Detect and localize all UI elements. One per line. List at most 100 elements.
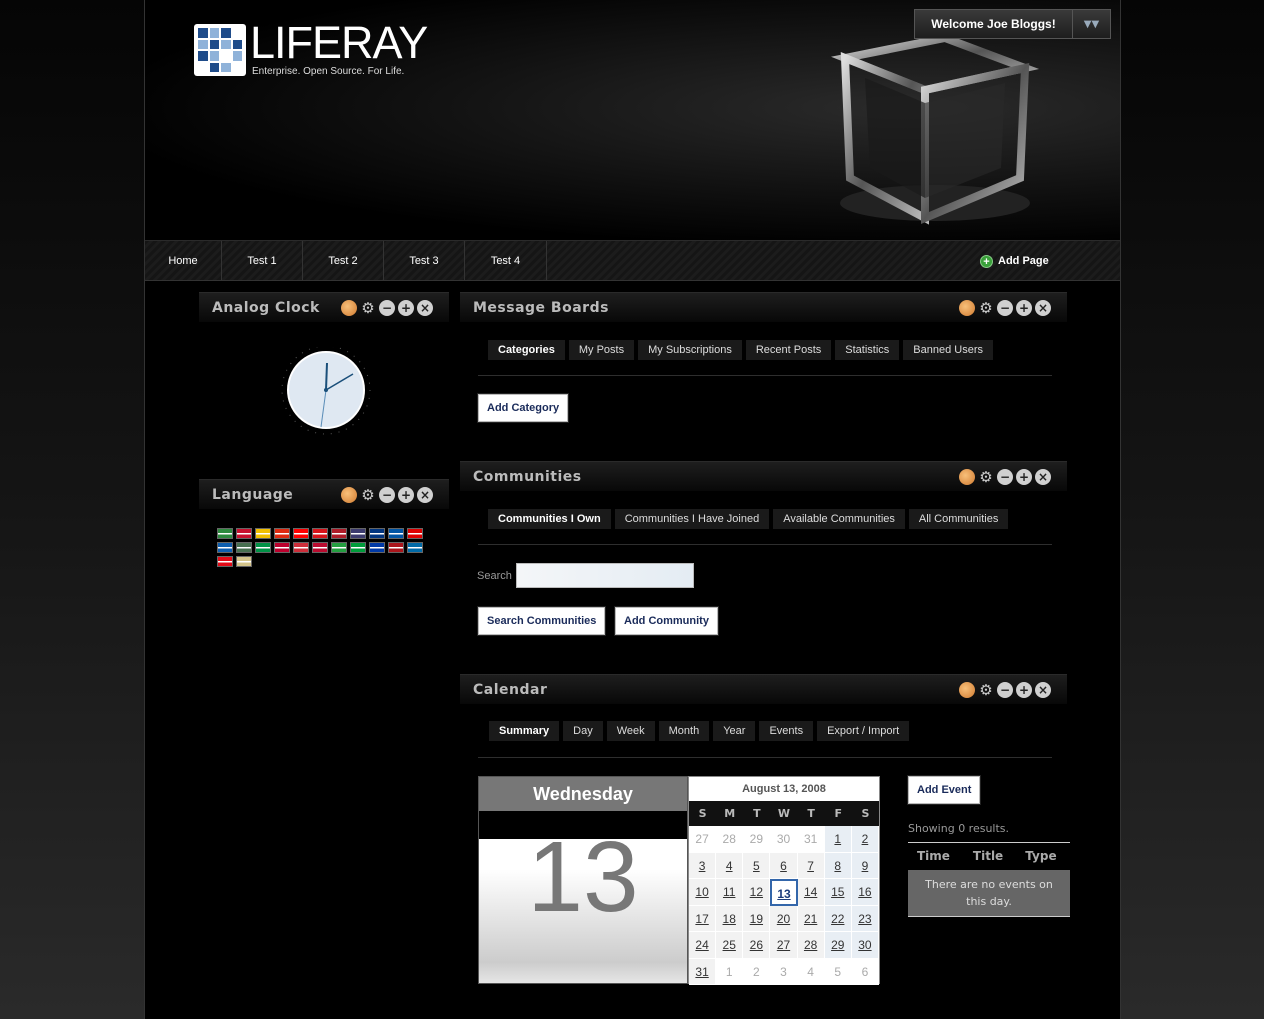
calendar-day-today[interactable]: 13 <box>770 879 798 906</box>
search-communities-button[interactable]: Search Communities <box>478 607 606 635</box>
nav-item-test-2[interactable]: Test 2 <box>303 241 384 281</box>
maximize-icon[interactable]: + <box>1016 682 1032 698</box>
language-flag-icon[interactable] <box>217 542 233 553</box>
tab-available-communities[interactable]: Available Communities <box>773 509 905 529</box>
tab-day[interactable]: Day <box>563 721 603 741</box>
language-flag-icon[interactable] <box>236 542 252 553</box>
language-flag-icon[interactable] <box>350 528 366 539</box>
calendar-day[interactable]: 4 <box>716 852 744 879</box>
calendar-day[interactable]: 26 <box>743 932 771 959</box>
maximize-icon[interactable]: + <box>1016 469 1032 485</box>
minimize-icon[interactable]: − <box>997 469 1013 485</box>
calendar-day[interactable]: 25 <box>716 932 744 959</box>
calendar-day[interactable]: 19 <box>743 905 771 932</box>
language-flag-icon[interactable] <box>331 542 347 553</box>
mini-calendar-month[interactable]: August 13, 2008 <box>689 777 879 801</box>
welcome-dock[interactable]: Welcome Joe Bloggs! ▼▼ <box>914 9 1111 39</box>
tab-export-import[interactable]: Export / Import <box>817 721 910 741</box>
close-icon[interactable]: × <box>1035 300 1051 316</box>
calendar-day[interactable]: 15 <box>824 879 852 906</box>
calendar-day[interactable]: 23 <box>851 905 879 932</box>
calendar-day[interactable]: 11 <box>716 879 744 906</box>
configuration-icon[interactable]: ⚙ <box>978 300 994 316</box>
tab-categories[interactable]: Categories <box>488 340 565 360</box>
calendar-day[interactable]: 9 <box>851 852 879 879</box>
configuration-icon[interactable]: ⚙ <box>978 682 994 698</box>
tab-communities-i-own[interactable]: Communities I Own <box>488 509 611 529</box>
calendar-day[interactable]: 6 <box>770 852 798 879</box>
search-input[interactable] <box>516 563 694 588</box>
add-community-button[interactable]: Add Community <box>615 607 718 635</box>
look-and-feel-icon[interactable] <box>959 300 975 316</box>
column-title[interactable]: Title <box>964 843 1016 870</box>
language-flag-icon[interactable] <box>331 528 347 539</box>
language-flag-icon[interactable] <box>407 542 423 553</box>
language-flag-icon[interactable] <box>388 528 404 539</box>
language-flag-icon[interactable] <box>255 542 271 553</box>
look-and-feel-icon[interactable] <box>341 300 357 316</box>
calendar-day[interactable]: 27 <box>770 932 798 959</box>
calendar-day[interactable]: 3 <box>689 852 717 879</box>
close-icon[interactable]: × <box>417 487 433 503</box>
language-flag-icon[interactable] <box>369 542 385 553</box>
nav-item-test-1[interactable]: Test 1 <box>222 241 303 281</box>
nav-item-home[interactable]: Home <box>145 241 222 281</box>
minimize-icon[interactable]: − <box>997 300 1013 316</box>
close-icon[interactable]: × <box>1035 682 1051 698</box>
configuration-icon[interactable]: ⚙ <box>360 300 376 316</box>
look-and-feel-icon[interactable] <box>341 487 357 503</box>
tab-recent-posts[interactable]: Recent Posts <box>745 340 832 360</box>
language-flag-icon[interactable] <box>236 556 252 567</box>
column-time[interactable]: Time <box>908 843 964 870</box>
language-flag-icon[interactable] <box>236 528 252 539</box>
calendar-day[interactable]: 2 <box>851 826 879 853</box>
minimize-icon[interactable]: − <box>379 300 395 316</box>
language-flag-icon[interactable] <box>293 542 309 553</box>
calendar-day[interactable]: 16 <box>851 879 879 906</box>
language-flag-icon[interactable] <box>312 542 328 553</box>
calendar-day[interactable]: 10 <box>689 879 717 906</box>
tab-communities-i-have-joined[interactable]: Communities I Have Joined <box>614 509 770 529</box>
look-and-feel-icon[interactable] <box>959 469 975 485</box>
language-flag-icon[interactable] <box>407 528 423 539</box>
minimize-icon[interactable]: − <box>997 682 1013 698</box>
calendar-day[interactable]: 8 <box>824 852 852 879</box>
minimize-icon[interactable]: − <box>379 487 395 503</box>
maximize-icon[interactable]: + <box>398 487 414 503</box>
configuration-icon[interactable]: ⚙ <box>978 469 994 485</box>
language-flag-icon[interactable] <box>350 542 366 553</box>
calendar-day[interactable]: 18 <box>716 905 744 932</box>
calendar-day[interactable]: 31 <box>689 958 717 985</box>
language-flag-icon[interactable] <box>293 528 309 539</box>
calendar-day[interactable]: 22 <box>824 905 852 932</box>
calendar-day[interactable]: 1 <box>824 826 852 853</box>
language-flag-icon[interactable] <box>369 528 385 539</box>
add-event-button[interactable]: Add Event <box>908 776 981 804</box>
calendar-day[interactable]: 30 <box>851 932 879 959</box>
calendar-day[interactable]: 5 <box>743 852 771 879</box>
add-category-button[interactable]: Add Category <box>478 394 569 422</box>
tab-banned-users[interactable]: Banned Users <box>903 340 994 360</box>
language-flag-icon[interactable] <box>312 528 328 539</box>
maximize-icon[interactable]: + <box>1016 300 1032 316</box>
calendar-day[interactable]: 14 <box>797 879 825 906</box>
calendar-day[interactable]: 24 <box>689 932 717 959</box>
maximize-icon[interactable]: + <box>398 300 414 316</box>
tab-statistics[interactable]: Statistics <box>835 340 900 360</box>
calendar-day[interactable]: 29 <box>824 932 852 959</box>
close-icon[interactable]: × <box>1035 469 1051 485</box>
tab-my-posts[interactable]: My Posts <box>568 340 635 360</box>
welcome-text[interactable]: Welcome Joe Bloggs! <box>915 10 1073 38</box>
tab-my-subscriptions[interactable]: My Subscriptions <box>638 340 742 360</box>
language-flag-icon[interactable] <box>274 542 290 553</box>
column-type[interactable]: Type <box>1016 843 1070 870</box>
close-icon[interactable]: × <box>417 300 433 316</box>
calendar-day[interactable]: 12 <box>743 879 771 906</box>
tab-month[interactable]: Month <box>658 721 710 741</box>
tab-summary[interactable]: Summary <box>489 721 560 741</box>
calendar-day[interactable]: 17 <box>689 905 717 932</box>
language-flag-icon[interactable] <box>217 528 233 539</box>
language-flag-icon[interactable] <box>255 528 271 539</box>
calendar-day[interactable]: 21 <box>797 905 825 932</box>
chevron-down-icon[interactable]: ▼▼ <box>1073 10 1110 38</box>
